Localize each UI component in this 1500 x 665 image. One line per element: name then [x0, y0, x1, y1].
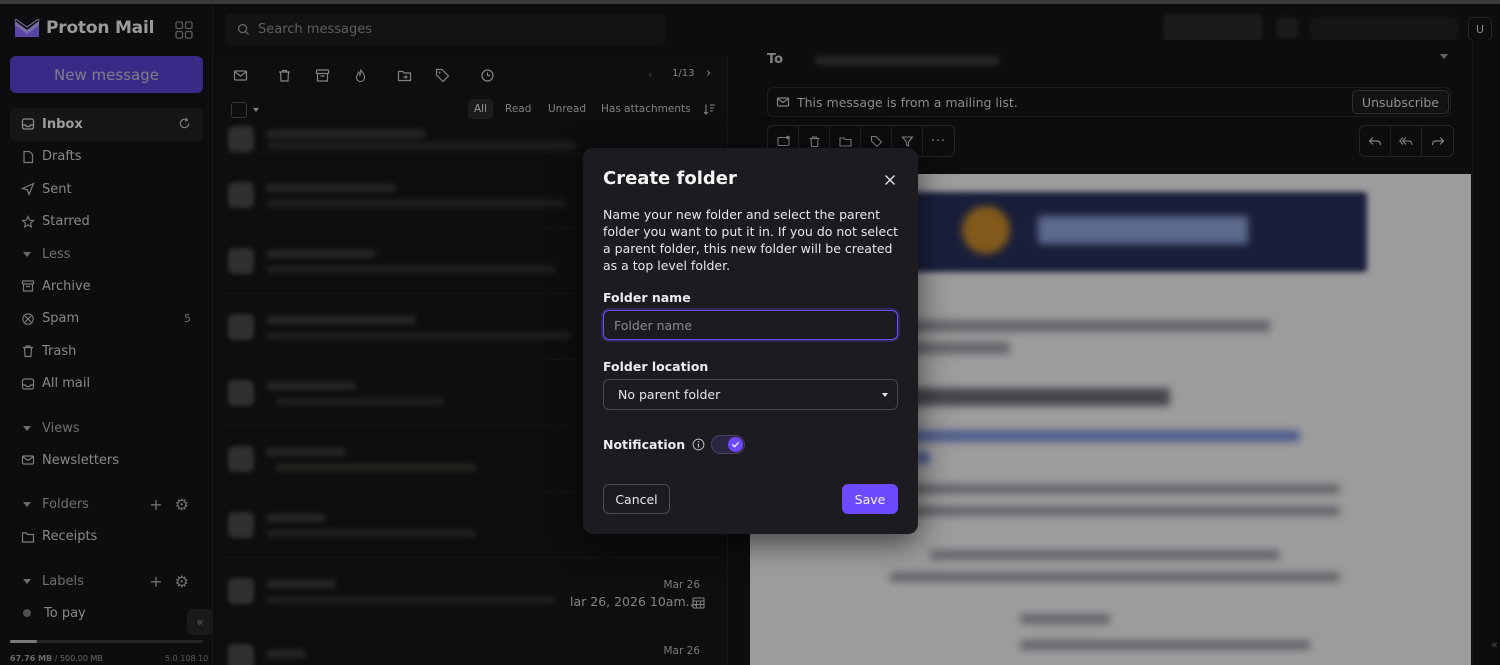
- close-icon[interactable]: [883, 173, 897, 187]
- create-folder-dialog: Create folder Name your new folder and s…: [583, 148, 918, 534]
- folder-location-value: No parent folder: [618, 387, 721, 402]
- toggle-knob: [728, 437, 743, 452]
- cancel-button[interactable]: Cancel: [603, 484, 670, 514]
- notification-label: Notification: [603, 437, 686, 452]
- folder-location-select[interactable]: No parent folder: [603, 379, 898, 410]
- save-button[interactable]: Save: [842, 484, 898, 514]
- folder-location-label: Folder location: [603, 359, 709, 374]
- folder-name-label: Folder name: [603, 290, 691, 305]
- info-icon[interactable]: [692, 438, 705, 451]
- folder-name-input[interactable]: [603, 310, 898, 340]
- notification-row: Notification: [603, 437, 705, 452]
- dialog-description: Name your new folder and select the pare…: [603, 207, 898, 273]
- dialog-title: Create folder: [603, 168, 737, 189]
- checkmark-icon: [731, 441, 740, 448]
- notification-toggle[interactable]: [711, 435, 745, 454]
- chevron-down-icon: [882, 393, 888, 397]
